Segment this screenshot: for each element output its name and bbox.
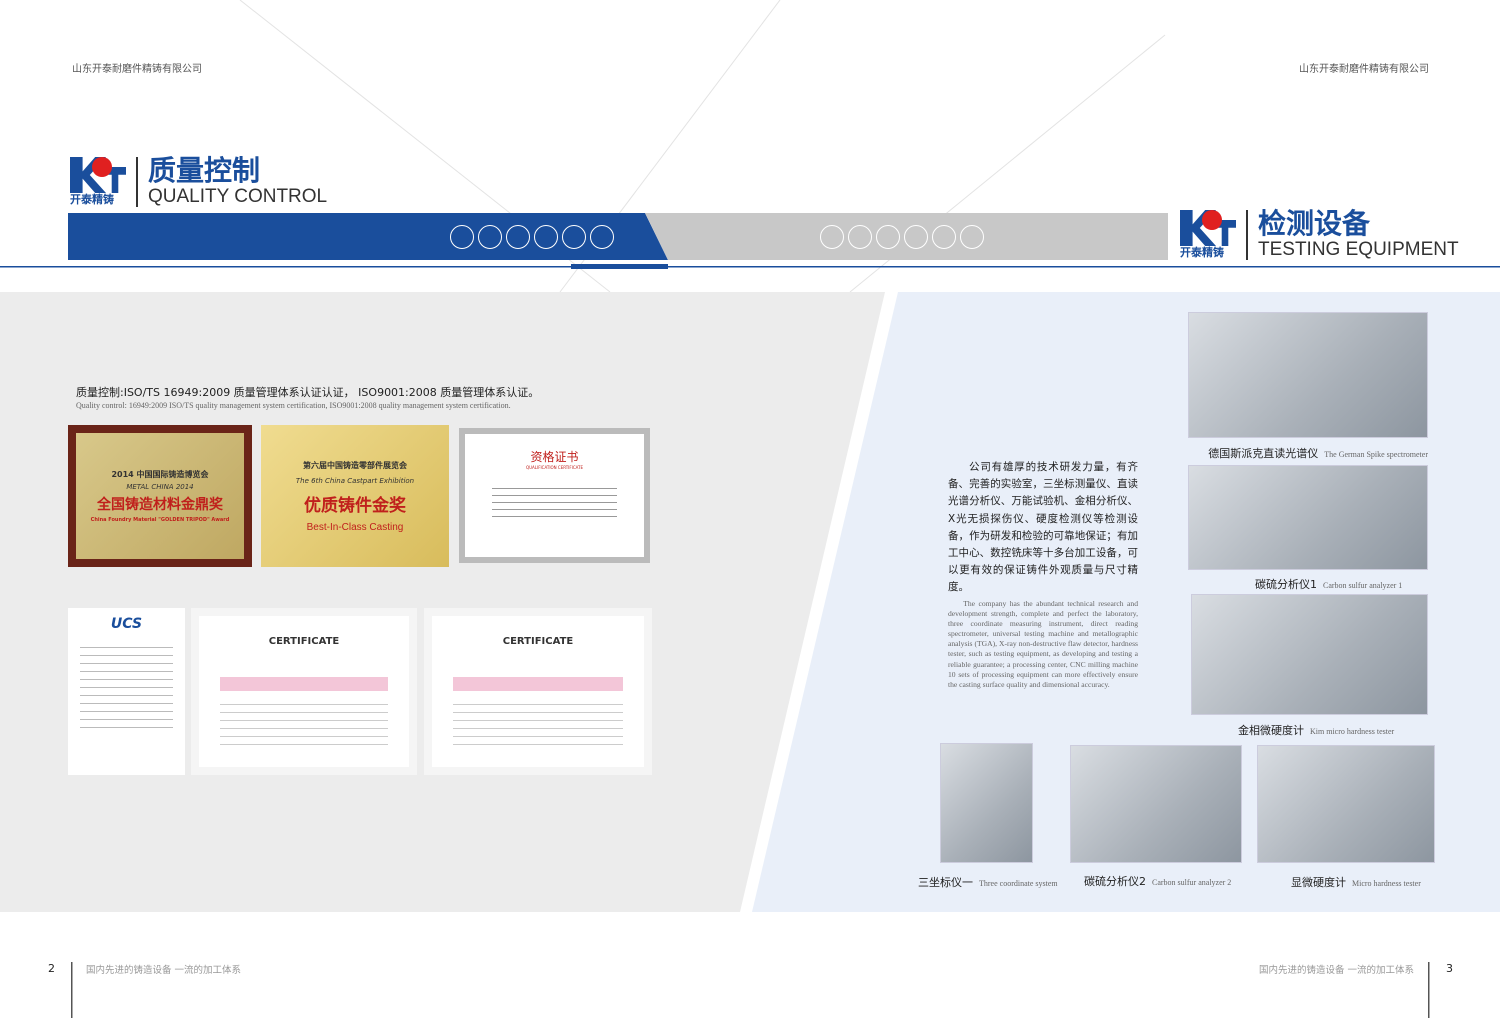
caption-micro-hardness: 显微硬度计 Micro hardness tester [1291, 876, 1421, 889]
award-plaque-golden-tripod: 2014 中国国际铸造博览会 METAL CHINA 2014 全国铸造材料金鼎… [68, 425, 252, 567]
qualification-certificate: 资格证书 QUALIFICATION CERTIFICATE [459, 428, 650, 563]
photo-carbon-sulfur-2 [1070, 745, 1242, 863]
photo-carbon-sulfur-1 [1188, 465, 1428, 570]
decorative-circles [820, 225, 984, 249]
section-header-testing: 开泰精铸 检测设备 TESTING EQUIPMENT [1180, 208, 1459, 260]
testing-body-en: The company has the abundant technical r… [948, 599, 1138, 689]
company-name-right: 山东开泰耐磨件精铸有限公司 [1299, 64, 1429, 75]
caption-carbon-sulfur-1: 碳硫分析仪1 Carbon sulfur analyzer 1 [1255, 578, 1403, 591]
caption-spectrometer: 德国斯派克直读光谱仪 The German Spike spectrometer [1208, 447, 1428, 460]
caption-micro-hardness-kim: 金相微硬度计 Kim micro hardness tester [1238, 724, 1395, 737]
brand-logo: 开泰精铸 [70, 157, 126, 207]
photo-micro-hardness [1257, 745, 1435, 863]
award-plaque-best-casting: 第六届中国铸造零部件展览会 The 6th China Castpart Exh… [261, 425, 449, 567]
quality-intro-en: Quality control: 16949:2009 ISO/TS quali… [76, 401, 511, 410]
caption-three-coordinate: 三坐标仪一 Three coordinate system [918, 876, 1058, 889]
page-number-left: 2 [48, 962, 55, 975]
testing-body-zh: 公司有雄厚的技术研发力量，有齐备、完善的实验室，三坐标测量仪、直读光谱分析仪、万… [948, 461, 1138, 594]
section-title-en: QUALITY CONTROL [148, 186, 328, 207]
photo-spectrometer [1188, 312, 1428, 438]
section-title-en: TESTING EQUIPMENT [1258, 239, 1459, 260]
caption-carbon-sulfur-2: 碳硫分析仪2 Carbon sulfur analyzer 2 [1084, 875, 1232, 888]
footer-slogan-right: 国内先进的铸造设备 一流的加工体系 [1258, 965, 1414, 976]
iso-certificate-2: CERTIFICATE [424, 608, 652, 775]
section-header-quality: 开泰精铸 质量控制 QUALITY CONTROL [70, 155, 327, 207]
company-name-left: 山东开泰耐磨件精铸有限公司 [72, 64, 202, 75]
decorative-circles [450, 225, 614, 249]
photo-micro-hardness-kim [1191, 594, 1428, 715]
ucs-certificate: UCS [68, 608, 185, 775]
iso-certificate-1: CERTIFICATE [191, 608, 417, 775]
section-title-zh: 质量控制 [148, 154, 261, 187]
page-number-right: 3 [1446, 962, 1453, 975]
footer-slogan-left: 国内先进的铸造设备 一流的加工体系 [86, 965, 242, 976]
section-title-zh: 检测设备 [1258, 207, 1371, 240]
brand-logo: 开泰精铸 [1180, 210, 1236, 260]
quality-intro-zh: 质量控制:ISO/TS 16949:2009 质量管理体系认证认证， ISO90… [76, 386, 540, 399]
photo-three-coordinate [940, 743, 1033, 863]
